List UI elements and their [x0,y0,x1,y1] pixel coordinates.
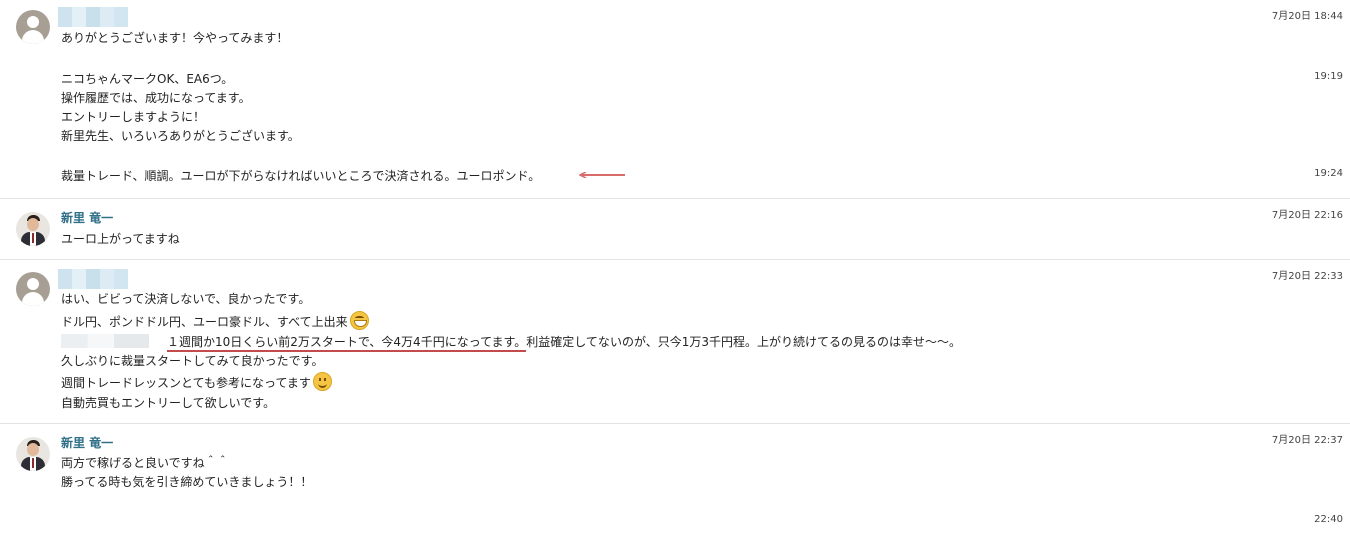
sender-name[interactable]: 新里 竜一 [61,211,113,226]
message-text: 新里先生、いろいろありがとうございます。 [61,129,300,143]
highlighted-text: １週間か10日くらい前2万スタートで、今4万4千円になってます。 [167,335,527,352]
message-text: ありがとうございます！今やってみます！ [61,31,289,45]
message-text: ユーロ上がってますね [61,232,180,246]
message-text-part: ドル円、ポンドドル円、ユーロ豪ドル、すべて上出来 [61,315,348,329]
teacher-avatar[interactable] [16,212,50,246]
message-item: 7月20日 18:44 ありがとうございます！今やってみます！ 19:19 ニコ… [0,0,1350,198]
teacher-avatar[interactable] [16,437,50,471]
message-timestamp: 7月20日 18:44 [1271,11,1343,22]
message-text: 両方で稼げると良いですね＾＾ [61,456,229,470]
message-text: 裁量トレード、順調。ユーロが下がらなければいいところで決済される。ユーロポンド。 [61,169,541,183]
message-text-part: 週間トレードレッスンとても参考になってます [61,376,311,390]
blurred-text [61,334,149,348]
message-timestamp: 19:24 [1314,168,1343,179]
message-item: 新里 竜一 7月20日 22:37 両方で稼げると良いですね＾＾ 勝ってる時も気… [0,424,1350,544]
user-avatar[interactable] [16,272,50,306]
sender-name-blurred [58,7,128,27]
message-item: 7月20日 22:33 はい、ビビって決済しないで、良かったです。 ドル円、ポン… [0,260,1350,423]
message-text: 操作履歴では、成功になってます。 [61,91,251,105]
message-text-part: 利益確定してないのが、只今1万3千円程。上がり続けてるの見るのは幸せ〜〜。 [526,335,961,349]
message-timestamp: 19:19 [1314,71,1343,82]
message-text: はい、ビビって決済しないで、良かったです。 [61,292,311,306]
message-text: 勝ってる時も気を引き締めていきましょう！！ [61,475,313,489]
user-avatar[interactable] [16,10,50,44]
message-timestamp: 7月20日 22:37 [1271,435,1343,446]
sender-name-blurred [58,269,128,289]
message-timestamp: 22:40 [1314,514,1343,525]
message-text: 週間トレードレッスンとても参考になってます [61,372,332,391]
smile-emoji-icon [312,372,332,391]
message-text: ドル円、ポンドドル円、ユーロ豪ドル、すべて上出来 [61,311,369,330]
message-text: 自動売買もエントリーして欲しいです。 [61,396,276,410]
message-text: １週間か10日くらい前2万スタートで、今4万4千円になってます。利益確定してない… [61,334,961,352]
message-timestamp: 7月20日 22:33 [1271,271,1343,282]
message-item: 新里 竜一 7月20日 22:16 ユーロ上がってますね [0,199,1350,259]
message-text: ニコちゃんマークOK、EA6つ。 [61,72,234,86]
message-timestamp: 7月20日 22:16 [1271,210,1343,221]
grin-emoji-icon [349,311,369,330]
message-text: 久しぶりに裁量スタートしてみて良かったです。 [61,354,324,368]
left-arrow-icon [579,172,625,178]
sender-name[interactable]: 新里 竜一 [61,436,113,451]
message-text: エントリーしますように！ [61,110,206,124]
